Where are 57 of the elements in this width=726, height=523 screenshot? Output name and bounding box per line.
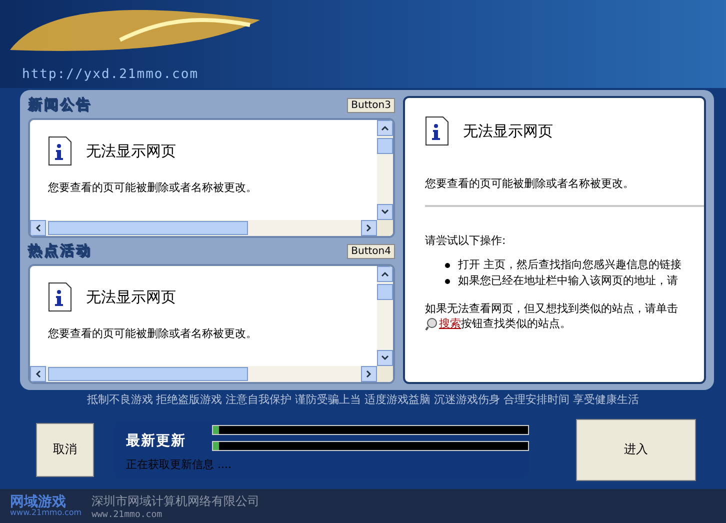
company-logo: 网域游戏 bbox=[10, 495, 66, 509]
scroll-down-button[interactable] bbox=[377, 204, 393, 220]
bullet-dot bbox=[445, 278, 450, 284]
update-title: 最新更新 bbox=[126, 432, 187, 450]
panel-button[interactable]: Button3 bbox=[347, 98, 395, 112]
page-message: 您要查看的页可能被删除或者名称被更改。 bbox=[48, 326, 258, 341]
scroll-right-button[interactable] bbox=[361, 366, 377, 382]
search-icon bbox=[425, 316, 439, 331]
chevron-up-icon bbox=[381, 270, 389, 278]
scroll-thumb[interactable] bbox=[377, 284, 393, 300]
chevron-left-icon bbox=[34, 224, 42, 232]
scrollbar-corner bbox=[377, 366, 393, 382]
scroll-right-button[interactable] bbox=[361, 220, 377, 236]
search-link[interactable]: 搜索 bbox=[439, 316, 461, 330]
scroll-thumb[interactable] bbox=[48, 221, 248, 235]
scroll-left-button[interactable] bbox=[30, 220, 46, 236]
info-page-icon bbox=[48, 282, 72, 312]
panel-button[interactable]: Button4 bbox=[347, 244, 395, 258]
scrollbar-corner bbox=[377, 220, 393, 236]
vertical-scrollbar[interactable] bbox=[377, 120, 393, 220]
suggestion-item: 如果您已经在地址栏中输入该网页的地址，请 bbox=[458, 274, 678, 289]
scroll-up-button[interactable] bbox=[377, 266, 393, 282]
chevron-right-icon bbox=[365, 224, 373, 232]
info-page-icon bbox=[48, 136, 72, 166]
section-title: 热点活动 bbox=[28, 242, 92, 260]
scroll-left-button[interactable] bbox=[30, 366, 46, 382]
website-url: http://yxd.21mmo.com bbox=[22, 67, 199, 82]
cancel-button[interactable]: 取消 bbox=[36, 422, 94, 476]
health-slogan: 抵制不良游戏 拒绝盗版游戏 注意自我保护 谨防受骗上当 适度游戏益脑 沉迷游戏伤身 合理安排时间 享受健康生活 bbox=[86, 392, 640, 408]
info-page-icon bbox=[425, 116, 449, 146]
search-hint: 如果无法查看网页，但又想找到类似的站点，请单击 搜索按钮查找类似的站点。 bbox=[425, 300, 679, 332]
chevron-left-icon bbox=[34, 370, 42, 378]
scroll-up-button[interactable] bbox=[377, 120, 393, 136]
horizontal-scrollbar[interactable] bbox=[30, 220, 377, 236]
page-message: 您要查看的页可能被删除或者名称被更改。 bbox=[425, 176, 635, 191]
company-url: www.21mmo.com bbox=[92, 510, 164, 520]
chevron-up-icon bbox=[381, 124, 389, 132]
vertical-scrollbar[interactable] bbox=[377, 266, 393, 366]
chevron-down-icon bbox=[381, 354, 389, 362]
page-heading: 无法显示网页 bbox=[86, 288, 176, 306]
page-heading: 无法显示网页 bbox=[463, 122, 553, 140]
page-message: 您要查看的页可能被删除或者名称被更改。 bbox=[48, 180, 258, 195]
scroll-thumb[interactable] bbox=[377, 138, 393, 154]
section-title: 新闻公告 bbox=[28, 96, 92, 114]
chevron-right-icon bbox=[365, 370, 373, 378]
page-prompt: 请尝试以下操作: bbox=[425, 233, 507, 248]
scroll-thumb[interactable] bbox=[48, 367, 248, 381]
enter-button[interactable]: 进入 bbox=[576, 418, 696, 480]
bullet-dot bbox=[445, 262, 450, 268]
company-name: 深圳市网域计算机网络有限公司 bbox=[92, 492, 260, 510]
suggestion-item: 打开 主页，然后查找指向您感兴趣信息的链接 bbox=[458, 258, 682, 272]
page-heading: 无法显示网页 bbox=[86, 142, 176, 160]
logo-url: www.21mmo.com bbox=[10, 509, 82, 517]
update-status: 正在获取更新信息 .... bbox=[126, 457, 232, 473]
chevron-down-icon bbox=[381, 208, 389, 216]
horizontal-scrollbar[interactable] bbox=[30, 366, 377, 382]
scroll-down-button[interactable] bbox=[377, 350, 393, 366]
